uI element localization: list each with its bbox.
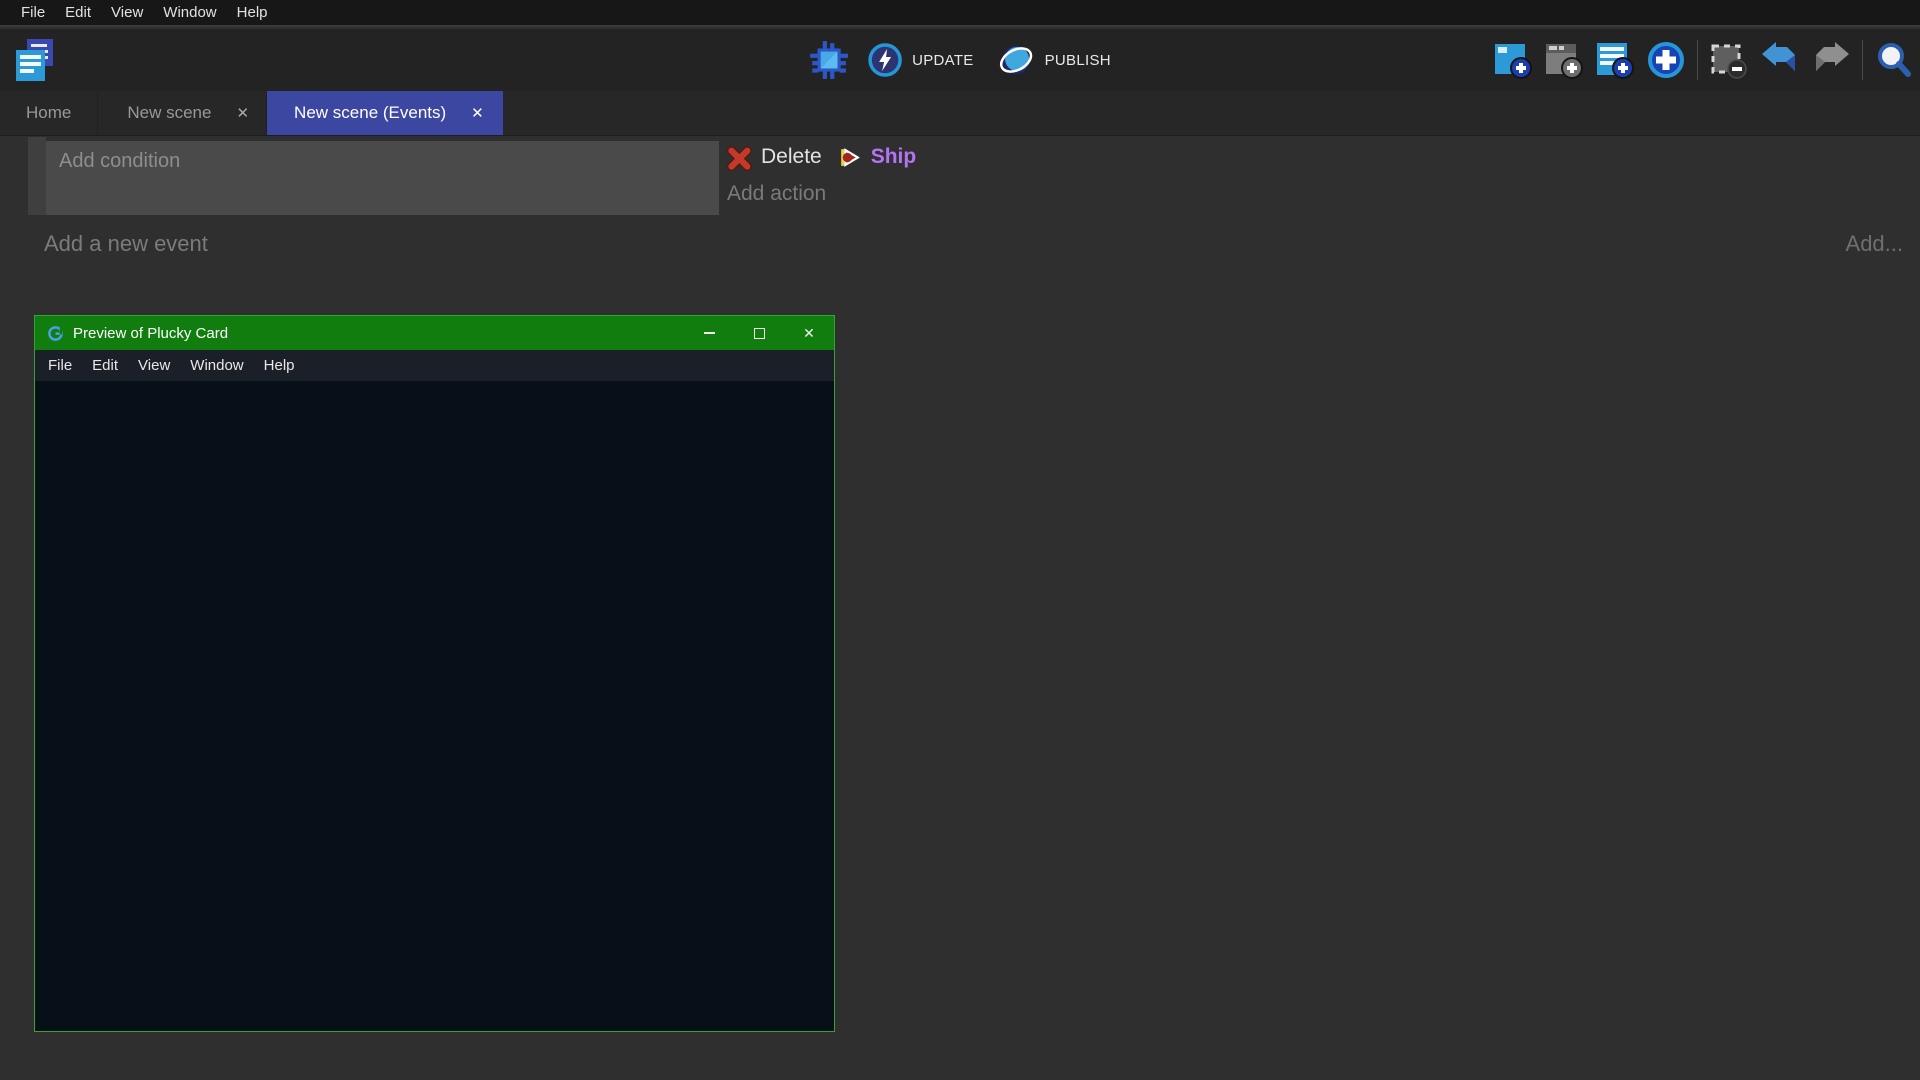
redo-icon[interactable] xyxy=(1811,40,1851,80)
main-toolbar: UPDATE PUBLISH xyxy=(0,29,1920,91)
tab-label: New scene xyxy=(127,103,211,123)
tab-new-scene-events[interactable]: New scene (Events) ✕ xyxy=(267,91,503,135)
add-action-field[interactable]: Add action xyxy=(727,182,916,206)
undo-icon[interactable] xyxy=(1760,40,1800,80)
tab-new-scene[interactable]: New scene ✕ xyxy=(98,91,267,135)
add-new-event-field[interactable]: Add a new event xyxy=(44,231,208,257)
toolbar-separator xyxy=(1862,40,1863,80)
maximize-button[interactable] xyxy=(734,316,784,350)
close-button[interactable]: ✕ xyxy=(784,316,834,350)
event-actions-column: Delete Ship Add action xyxy=(727,141,916,206)
minimize-icon xyxy=(704,332,715,334)
add-condition-field[interactable]: Add condition xyxy=(46,141,719,215)
menu-edit[interactable]: Edit xyxy=(55,0,101,25)
update-lightning-icon xyxy=(867,42,903,78)
menu-view[interactable]: View xyxy=(101,0,153,25)
preview-game-canvas[interactable] xyxy=(35,381,834,1031)
publish-planet-icon xyxy=(996,40,1036,80)
new-scene-icon[interactable] xyxy=(1493,40,1533,80)
app-menu-bar: File Edit View Window Help xyxy=(0,0,1920,27)
add-event-row: Add a new event Add... xyxy=(0,231,1920,271)
maximize-icon xyxy=(754,328,765,339)
publish-label: PUBLISH xyxy=(1045,52,1111,69)
update-label: UPDATE xyxy=(912,52,974,69)
gdevelop-app-window: File Edit View Window Help xyxy=(0,0,1920,1080)
preview-menu-bar: File Edit View Window Help xyxy=(35,350,834,381)
tab-close-icon[interactable]: ✕ xyxy=(471,106,484,121)
event-drag-handle[interactable] xyxy=(28,137,46,215)
menu-window[interactable]: Window xyxy=(153,0,226,25)
menu-file[interactable]: File xyxy=(11,0,55,25)
action-name: Delete xyxy=(761,145,822,169)
preview-title-bar[interactable]: Preview of Plucky Card ✕ xyxy=(35,316,834,350)
project-manager-icon[interactable] xyxy=(12,37,56,88)
gdevelop-logo-icon xyxy=(47,325,64,342)
search-icon[interactable] xyxy=(1874,40,1914,80)
preview-menu-view[interactable]: View xyxy=(128,350,180,381)
publish-button[interactable]: PUBLISH xyxy=(996,40,1111,80)
editor-tab-bar: Home New scene ✕ New scene (Events) ✕ xyxy=(0,91,1920,135)
new-extension-icon[interactable] xyxy=(1646,40,1686,80)
preview-menu-window[interactable]: Window xyxy=(180,350,253,381)
preview-menu-help[interactable]: Help xyxy=(254,350,305,381)
new-external-events-icon[interactable] xyxy=(1595,40,1635,80)
minimize-button[interactable] xyxy=(684,316,734,350)
preview-window: Preview of Plucky Card ✕ File Edit View … xyxy=(34,315,835,1032)
preview-window-controls: ✕ xyxy=(684,316,834,350)
menu-help[interactable]: Help xyxy=(227,0,278,25)
preview-menu-file[interactable]: File xyxy=(38,350,82,381)
update-button[interactable]: UPDATE xyxy=(867,42,974,78)
tab-label: New scene (Events) xyxy=(294,103,446,123)
delete-x-icon xyxy=(727,144,754,171)
preview-menu-edit[interactable]: Edit xyxy=(82,350,128,381)
add-more-button[interactable]: Add... xyxy=(1846,231,1903,257)
toolbar-separator xyxy=(1697,40,1698,80)
debugger-icon[interactable] xyxy=(809,40,849,80)
ship-object-icon xyxy=(837,145,862,170)
tab-label: Home xyxy=(26,103,71,123)
action-object-name: Ship xyxy=(871,145,917,169)
action-delete-ship[interactable]: Delete Ship xyxy=(727,141,916,173)
new-external-layout-icon[interactable] xyxy=(1544,40,1584,80)
selection-remove-icon[interactable] xyxy=(1709,40,1749,80)
preview-window-title: Preview of Plucky Card xyxy=(73,325,228,342)
tab-close-icon[interactable]: ✕ xyxy=(236,106,249,121)
tab-home[interactable]: Home xyxy=(0,91,98,135)
